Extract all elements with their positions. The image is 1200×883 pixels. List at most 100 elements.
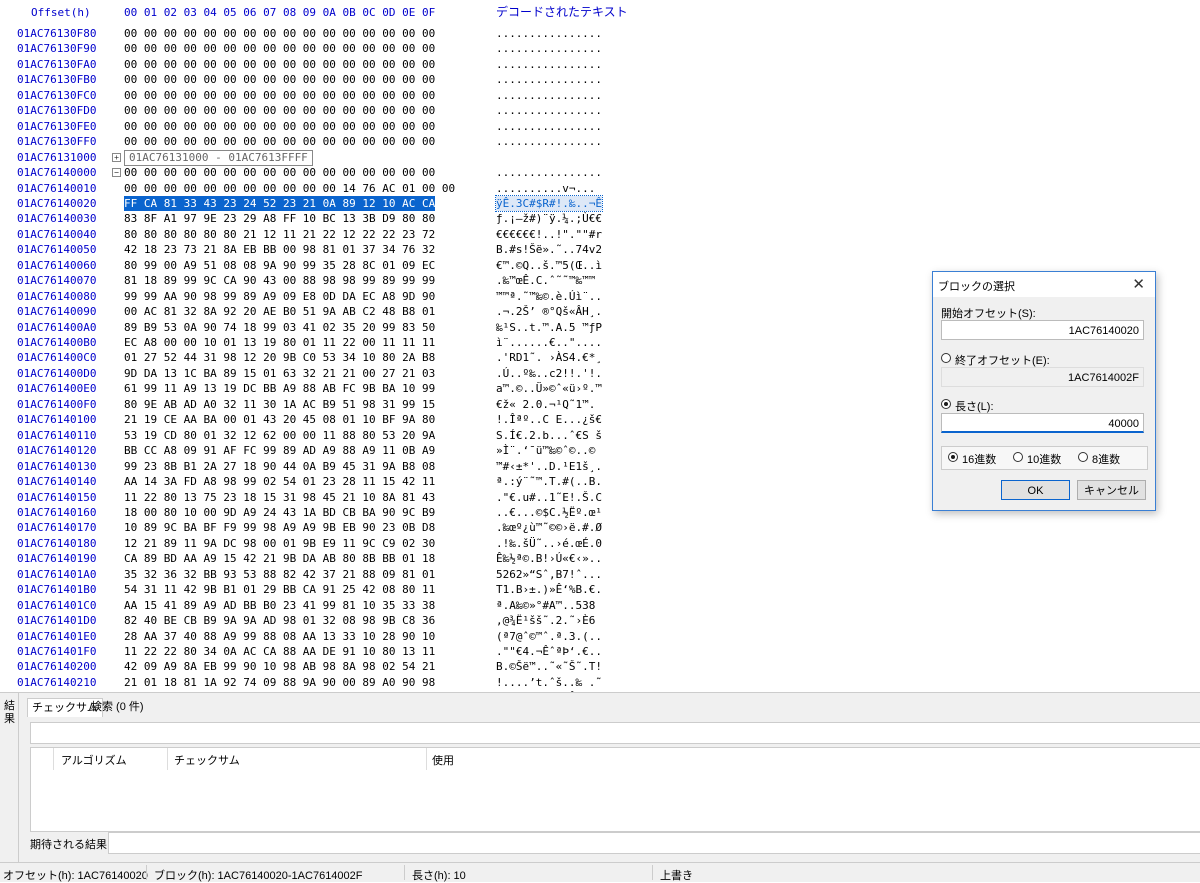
decoded-text[interactable]: €€€€€€!..!".""#r: [496, 227, 602, 242]
close-icon[interactable]: ✕: [1132, 275, 1145, 293]
hex-bytes[interactable]: 00 00 00 00 00 00 00 00 00 00 00 00 00 0…: [124, 165, 435, 180]
hex-bytes[interactable]: 00 00 00 00 00 00 00 00 00 00 00 00 00 0…: [124, 57, 435, 72]
decoded-text[interactable]: !....’t.ˆš..‰ .˜: [496, 675, 602, 690]
hex-bytes[interactable]: 00 AC 81 32 8A 92 20 AE B0 51 9A AB C2 4…: [124, 304, 435, 319]
column-algorithm[interactable]: アルゴリズム: [61, 752, 127, 768]
hex-bytes[interactable]: 81 18 89 99 9C CA 90 43 00 88 98 98 99 8…: [124, 273, 435, 288]
hex-bytes[interactable]: 28 AA 37 40 88 A9 99 88 08 AA 13 33 10 2…: [124, 629, 435, 644]
length-field[interactable]: 40000: [941, 413, 1144, 433]
hex-bytes[interactable]: 99 99 AA 90 98 99 89 A9 09 E8 0D DA EC A…: [124, 289, 435, 304]
hex-bytes[interactable]: 61 99 11 A9 13 19 DC BB A9 88 AB FC 9B B…: [124, 381, 435, 396]
hex-bytes[interactable]: 00 00 00 00 00 00 00 00 00 00 00 00 00 0…: [124, 88, 435, 103]
column-checksum[interactable]: チェックサム: [174, 752, 240, 768]
hex-bytes[interactable]: 54 31 11 42 9B B1 01 29 BB CA 91 25 42 0…: [124, 582, 435, 597]
decoded-text[interactable]: Ê‰½ª©.B!›Ú«€‹»..: [496, 551, 602, 566]
radix-dec-radio[interactable]: [1013, 452, 1023, 462]
decoded-text[interactable]: .‰™œÊ.C.ˆ˜˜™‰™™: [496, 273, 595, 288]
decoded-text[interactable]: ™™ª.˜™‰©.è.Úì¨..: [496, 289, 602, 304]
decoded-text[interactable]: ................: [496, 134, 602, 149]
hex-bytes[interactable]: 89 B9 53 0A 90 74 18 99 03 41 02 35 20 9…: [124, 320, 435, 335]
hex-bytes[interactable]: 82 40 BE CB B9 9A 9A AD 98 01 32 08 98 9…: [124, 613, 435, 628]
hex-bytes[interactable]: 53 19 CD 80 01 32 12 62 00 00 11 88 80 5…: [124, 428, 435, 443]
decoded-text[interactable]: T1.B›±.)»Ê‘%B.€.: [496, 582, 602, 597]
decoded-text[interactable]: ."€.u#..1˜E!.Š.C: [496, 490, 602, 505]
hex-bytes[interactable]: 00 00 00 00 00 00 00 00 00 00 00 00 00 0…: [124, 134, 435, 149]
decoded-text[interactable]: (ª7@ˆ©™ˆ.ª.3.(..: [496, 629, 602, 644]
hex-bytes[interactable]: EC A8 00 00 10 01 13 19 80 01 11 22 00 1…: [124, 335, 435, 350]
decoded-text[interactable]: ................: [496, 57, 602, 72]
hex-bytes[interactable]: 00 00 00 00 00 00 00 00 00 00 00 00 00 0…: [124, 26, 435, 41]
decoded-text[interactable]: ................: [496, 119, 602, 134]
hex-bytes[interactable]: 99 23 8B B1 2A 27 18 90 44 0A B9 45 31 9…: [124, 459, 435, 474]
hex-bytes[interactable]: 00 00 00 00 00 00 00 00 00 00 00 00 00 0…: [124, 41, 435, 56]
hex-bytes[interactable]: 21 19 CE AA BA 00 01 43 20 45 08 01 10 B…: [124, 412, 435, 427]
tab-search[interactable]: 検索 (0 件): [87, 698, 148, 716]
decoded-text[interactable]: ................: [496, 165, 602, 180]
decoded-text[interactable]: !.Îªº..C E...¿š€: [496, 412, 602, 427]
hex-bytes[interactable]: 83 8F A1 97 9E 23 29 A8 FF 10 BC 13 3B D…: [124, 211, 435, 226]
radix-oct-radio[interactable]: [1078, 452, 1088, 462]
start-offset-field[interactable]: 1AC76140020: [941, 320, 1144, 340]
checksum-input-bar[interactable]: [30, 722, 1200, 744]
checksum-list[interactable]: アルゴリズム チェックサム 使用: [30, 747, 1200, 832]
hex-bytes[interactable]: 18 00 80 10 00 9D A9 24 43 1A BD CB BA 9…: [124, 505, 435, 520]
decoded-text[interactable]: .""€4.¬ÊˆªÞ‘.€..: [496, 644, 602, 659]
collapse-icon[interactable]: −: [112, 168, 121, 177]
decoded-text[interactable]: ................: [496, 88, 602, 103]
hex-bytes[interactable]: 00 00 00 00 00 00 00 00 00 00 00 14 76 A…: [124, 181, 455, 196]
hex-bytes[interactable]: 35 32 36 32 BB 93 53 88 82 42 37 21 88 0…: [124, 567, 435, 582]
hex-bytes[interactable]: BB CC A8 09 91 AF FC 99 89 AD A9 88 A9 1…: [124, 443, 435, 458]
decoded-text[interactable]: ................: [496, 103, 602, 118]
decoded-text[interactable]: B.#s!Šë».˜..74v2: [496, 242, 602, 257]
length-radio[interactable]: [941, 399, 951, 409]
decoded-text[interactable]: ‚@¾Ë¹šš­˜.2.˜›È6: [496, 613, 595, 628]
decoded-text[interactable]: S.Í€.2.b...ˆ€S š: [496, 428, 602, 443]
decoded-text[interactable]: ì¨......€.."....: [496, 335, 602, 350]
decoded-text[interactable]: ª.A‰©­»°#A™..538: [496, 598, 595, 613]
hex-bytes[interactable]: AA 15 41 89 A9 AD BB B0 23 41 99 81 10 3…: [124, 598, 435, 613]
decoded-text[interactable]: ................: [496, 72, 602, 87]
cancel-button[interactable]: キャンセル: [1077, 480, 1146, 500]
decoded-text[interactable]: .Ú..º‰..c2!!.'!.: [496, 366, 602, 381]
hex-bytes[interactable]: 01 27 52 44 31 98 12 20 9B C0 53 34 10 8…: [124, 350, 435, 365]
decoded-text[interactable]: .'RD1˜. ›ÀS4.€*¸: [496, 350, 602, 365]
hex-bytes[interactable]: 21 01 18 81 1A 92 74 09 88 9A 90 00 89 A…: [124, 675, 435, 690]
decoded-text[interactable]: €™.©Q..š.™5(Œ..ì: [496, 258, 602, 273]
decoded-text[interactable]: .‰œº¿ù™˜©©›ë.#.Ø: [496, 520, 602, 535]
end-offset-radio[interactable]: [941, 353, 951, 363]
selected-hex-bytes[interactable]: FF CA 81 33 43 23 24 52 23 21 0A 89 12 1…: [124, 196, 436, 211]
selected-decoded-text[interactable]: ÿÊ.3C#$R#!.‰..¬Ê: [495, 195, 603, 212]
hex-bytes[interactable]: 80 80 80 80 80 80 21 12 11 21 22 12 22 2…: [124, 227, 435, 242]
hex-bytes[interactable]: 00 00 00 00 00 00 00 00 00 00 00 00 00 0…: [124, 72, 435, 87]
decoded-text[interactable]: »Ì¨.‘¯ü™‰­©ˆ©..©: [496, 443, 595, 458]
decoded-text[interactable]: ™#‹±*'..D.¹E1š¸.: [496, 459, 602, 474]
hex-bytes[interactable]: AA 14 3A FD A8 98 99 02 54 01 23 28 11 1…: [124, 474, 435, 489]
hex-bytes[interactable]: 42 09 A9 8A EB 99 90 10 98 AB 98 8A 98 0…: [124, 659, 435, 674]
decoded-text[interactable]: .¬.2Š’ ®°Qš«ÂH¸.: [496, 304, 602, 319]
decoded-text[interactable]: ................: [496, 41, 602, 56]
collapsed-range[interactable]: 01AC76131000 - 01AC7613FFFF: [124, 150, 313, 166]
decoded-text[interactable]: .!‰.šÜ˜..›é.œÉ.0: [496, 536, 602, 551]
hex-bytes[interactable]: CA 89 BD AA A9 15 42 21 9B DA AB 80 8B B…: [124, 551, 435, 566]
decoded-text[interactable]: B.©Šë™..˜«˜Š˜.T!: [496, 659, 602, 674]
ok-button[interactable]: OK: [1001, 480, 1070, 500]
hex-bytes[interactable]: 12 21 89 11 9A DC 98 00 01 9B E9 11 9C C…: [124, 536, 435, 551]
hex-bytes[interactable]: 00 00 00 00 00 00 00 00 00 00 00 00 00 0…: [124, 103, 435, 118]
decoded-text[interactable]: ‰¹S..t.™.A.5 ™ƒP: [496, 320, 602, 335]
decoded-text[interactable]: €ž«­ 2.0.¬¹Q˜1™.: [496, 397, 595, 412]
hex-bytes[interactable]: 11 22 80 13 75 23 18 15 31 98 45 21 10 8…: [124, 490, 435, 505]
results-side-tab[interactable]: 結 果: [0, 693, 19, 863]
column-usage[interactable]: 使用: [432, 752, 454, 768]
hex-bytes[interactable]: 9D DA 13 1C BA 89 15 01 63 32 21 21 00 2…: [124, 366, 435, 381]
decoded-text[interactable]: ª.:ý¨˜™.T.#(..B.: [496, 474, 602, 489]
expand-icon[interactable]: +: [112, 153, 121, 162]
decoded-text[interactable]: ..€...©$C.½Ëº.œ¹: [496, 505, 602, 520]
hex-bytes[interactable]: 10 89 9C BA BF F9 99 98 A9 A9 9B EB 90 2…: [124, 520, 435, 535]
end-offset-field[interactable]: 1AC7614002F: [941, 367, 1144, 387]
hex-bytes[interactable]: 80 99 00 A9 51 08 08 9A 90 99 35 28 8C 0…: [124, 258, 435, 273]
decoded-text[interactable]: ..........v¬...: [496, 181, 595, 196]
decoded-text[interactable]: 5262»“Sˆ‚B7!ˆ...: [496, 567, 602, 582]
decoded-text[interactable]: a™.©..Ü»©ˆ«ü›º.™: [496, 381, 602, 396]
hex-bytes[interactable]: 42 18 23 73 21 8A EB BB 00 98 81 01 37 3…: [124, 242, 435, 257]
hex-bytes[interactable]: 11 22 22 80 34 0A AC CA 88 AA DE 91 10 8…: [124, 644, 435, 659]
